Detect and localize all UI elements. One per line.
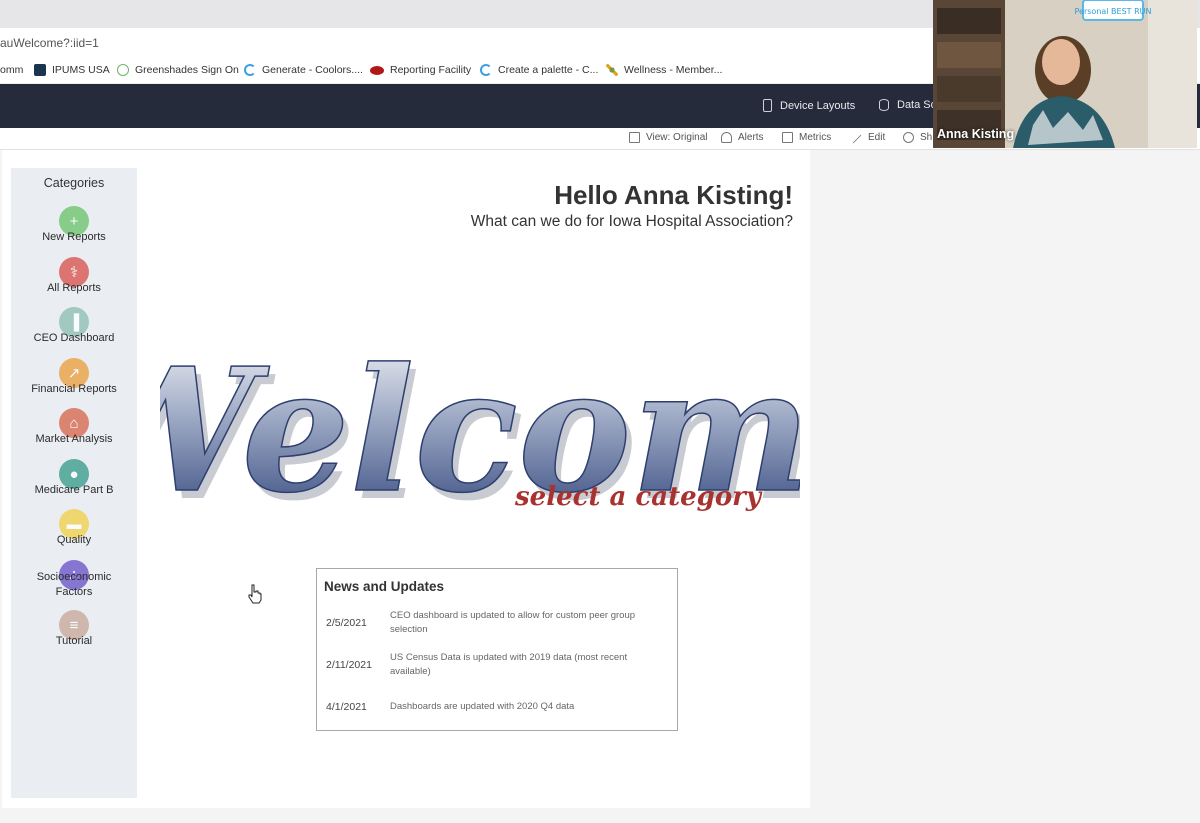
category-label: All Reports (47, 282, 101, 294)
bookmark-ipums[interactable]: IPUMS USA (34, 63, 110, 77)
participant-video: Personal BEST RUN (933, 0, 1197, 148)
metrics-label: Metrics (799, 132, 832, 143)
bookmark-label: Reporting Facility (390, 64, 472, 76)
category-label: Quality (56, 534, 92, 546)
wellness-icon (606, 64, 618, 76)
bell-icon (721, 132, 732, 143)
bookmark-coolors-generate[interactable]: Generate - Coolors.... (244, 63, 363, 77)
share-label: Sh (920, 132, 933, 143)
news-text: CEO dashboard is updated to allow for cu… (390, 610, 636, 635)
bookmark-label: Greenshades Sign On (135, 64, 239, 76)
bookmark-wellness[interactable]: Wellness - Member... (606, 63, 722, 77)
category-medicare-part-b[interactable]: ● Medicare Part B (11, 459, 137, 505)
category-ceo-dashboard[interactable]: ▐ CEO Dashboard (11, 307, 137, 353)
share-icon (903, 132, 914, 143)
category-label: Medicare Part B (34, 484, 114, 496)
category-label: New Reports (42, 231, 106, 243)
view-original-button[interactable]: View: Original (629, 132, 708, 143)
video-overlay: Personal BEST RUN Anna Kisting (933, 0, 1197, 148)
bookmark-reporting-facility[interactable]: Reporting Facility (370, 63, 471, 77)
bookmark-label: IPUMS USA (52, 64, 110, 76)
news-text: US Census Data is updated with 2019 data… (390, 652, 628, 677)
news-date: 2/11/2021 (326, 659, 372, 671)
news-panel: News and Updates 2/5/2021 CEO dashboard … (316, 568, 678, 731)
view-icon (629, 132, 640, 143)
categories-title: Categories (43, 176, 105, 190)
bookmark-label: omm (0, 64, 24, 76)
welcome-graphic: Welcome Welcome select a category (64, 300, 925, 540)
poster-text: Personal BEST RUN (1075, 7, 1152, 16)
category-tutorial[interactable]: ≡ Tutorial (11, 610, 137, 656)
hand-cursor-icon (248, 584, 262, 604)
bookmark-create-palette[interactable]: Create a palette - C... (480, 63, 598, 77)
data-source-label: Data So (897, 99, 937, 111)
bookmark-label: Wellness - Member... (624, 64, 723, 76)
category-socioeconomic-factors[interactable]: ∴ Socioeconomic Factors (11, 560, 137, 606)
category-quality[interactable]: ▬ Quality (11, 509, 137, 555)
pencil-icon (850, 131, 862, 144)
database-icon (879, 99, 889, 111)
reporting-facility-icon (370, 65, 384, 75)
category-label: Socioeconomic Factors (36, 571, 112, 598)
device-layouts-label: Device Layouts (780, 99, 856, 112)
category-all-reports[interactable]: ⚕ All Reports (11, 257, 137, 303)
metrics-button[interactable]: Metrics (782, 132, 831, 143)
category-market-analysis[interactable]: ⌂ Market Analysis (11, 408, 137, 454)
coolors-icon (244, 64, 256, 76)
metrics-icon (782, 132, 793, 143)
edit-label: Edit (868, 132, 886, 143)
edit-button[interactable]: Edit (850, 131, 886, 144)
bookmark-greenshades[interactable]: Greenshades Sign On (117, 63, 239, 77)
greeting-subtitle: What can we do for Iowa Hospital Associa… (470, 213, 793, 230)
category-financial-reports[interactable]: ↗ Financial Reports (11, 358, 137, 404)
categories-sidebar: Categories + New Reports ⚕ All Reports ▐… (11, 168, 137, 798)
category-new-reports[interactable]: + New Reports (11, 206, 137, 252)
ipums-icon (34, 64, 46, 76)
data-source-button[interactable]: Data So (879, 99, 937, 111)
bookmark-label: Generate - Coolors.... (262, 64, 363, 76)
news-text: Dashboards are updated with 2020 Q4 data (390, 701, 575, 712)
news-date: 2/5/2021 (326, 617, 367, 629)
greenshades-icon (117, 64, 129, 76)
url-text[interactable]: auWelcome?:iid=1 (0, 36, 99, 50)
bookmark-label: Create a palette - C... (498, 64, 599, 76)
view-label: View: Original (646, 132, 708, 143)
news-date: 4/1/2021 (326, 701, 367, 713)
category-label: CEO Dashboard (33, 332, 115, 344)
share-button[interactable]: Sh (903, 132, 932, 143)
category-label: Financial Reports (31, 383, 117, 395)
device-layouts-button[interactable]: Device Layouts (763, 99, 855, 112)
alerts-button[interactable]: Alerts (721, 132, 764, 143)
participant-name: Anna Kisting (937, 127, 1015, 141)
news-title: News and Updates (324, 579, 445, 594)
tagline-text: select a category (514, 482, 763, 512)
screen: auWelcome?:iid=1 omm IPUMS USA Greenshad… (0, 0, 1200, 823)
greeting-title: Hello Anna Kisting! (554, 180, 793, 210)
category-label: Market Analysis (35, 433, 113, 445)
phone-icon (763, 99, 772, 112)
coolors-icon (480, 64, 492, 76)
bookmark-omm[interactable]: omm (0, 63, 23, 77)
category-label: Tutorial (55, 635, 93, 647)
welcome-svg: Welcome Welcome select a category (64, 330, 925, 539)
alerts-label: Alerts (738, 132, 764, 143)
